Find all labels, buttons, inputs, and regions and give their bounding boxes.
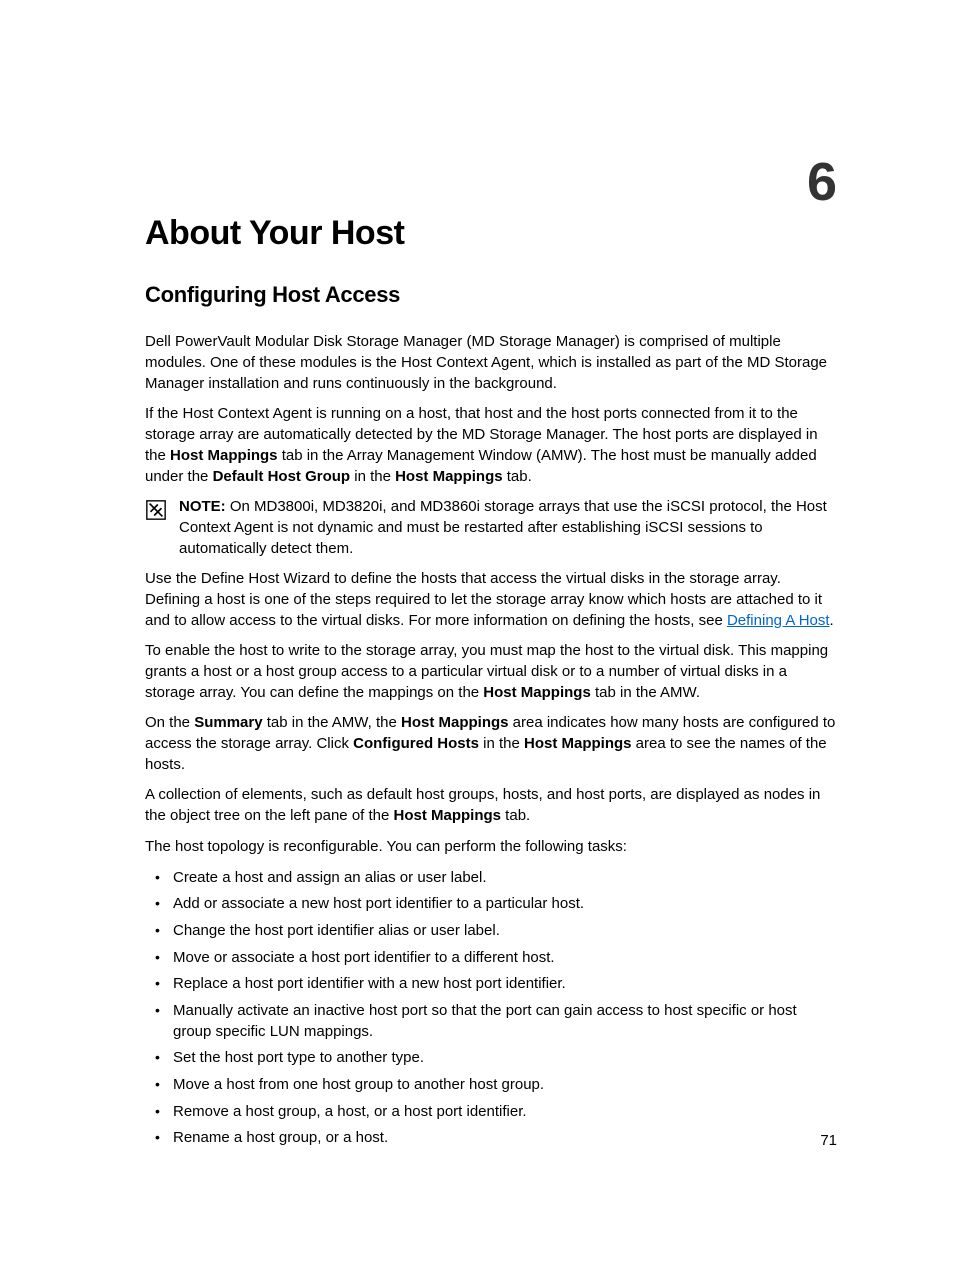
note-body: On MD3800i, MD3820i, and MD3860i storage… (179, 498, 827, 556)
bold-text: Host Mappings (394, 807, 502, 824)
list-item: Rename a host group, or a host. (173, 1128, 837, 1149)
link-defining-host[interactable]: Defining A Host (727, 612, 830, 629)
paragraph-host-context: If the Host Context Agent is running on … (145, 404, 837, 487)
list-item: Change the host port identifier alias or… (173, 921, 837, 942)
section-title: Configuring Host Access (145, 280, 837, 311)
task-list: Create a host and assign an alias or use… (145, 868, 837, 1150)
list-item: Add or associate a new host port identif… (173, 894, 837, 915)
text-run: in the (479, 735, 524, 752)
bold-text: Host Mappings (395, 468, 503, 485)
text-run: in the (350, 468, 395, 485)
text-run: tab in the AMW. (591, 684, 700, 701)
text-run: tab. (501, 807, 530, 824)
page-number: 71 (820, 1130, 837, 1151)
note-text: NOTE: On MD3800i, MD3820i, and MD3860i s… (179, 497, 837, 559)
paragraph-intro: Dell PowerVault Modular Disk Storage Man… (145, 332, 837, 394)
chapter-number: 6 (807, 145, 837, 221)
bold-text: Host Mappings (170, 447, 278, 464)
list-item: Replace a host port identifier with a ne… (173, 974, 837, 995)
page-title: About Your Host (145, 210, 837, 258)
paragraph-collection: A collection of elements, such as defaul… (145, 785, 837, 826)
paragraph-summary-tab: On the Summary tab in the AMW, the Host … (145, 713, 837, 775)
list-item: Set the host port type to another type. (173, 1048, 837, 1069)
bold-text: Default Host Group (213, 468, 351, 485)
bold-text: Host Mappings (483, 684, 591, 701)
list-item: Move or associate a host port identifier… (173, 948, 837, 969)
list-item: Create a host and assign an alias or use… (173, 868, 837, 889)
note-icon (145, 499, 167, 521)
text-run: Use the Define Host Wizard to define the… (145, 570, 822, 628)
bold-text: Host Mappings (401, 714, 509, 731)
paragraph-define-host: Use the Define Host Wizard to define the… (145, 569, 837, 631)
note-block: NOTE: On MD3800i, MD3820i, and MD3860i s… (145, 497, 837, 559)
bold-text: Host Mappings (524, 735, 632, 752)
bold-text: Summary (194, 714, 262, 731)
list-item: Move a host from one host group to anoth… (173, 1075, 837, 1096)
text-run: tab in the AMW, the (263, 714, 401, 731)
text-run: tab. (503, 468, 532, 485)
list-item: Manually activate an inactive host port … (173, 1001, 837, 1042)
list-item: Remove a host group, a host, or a host p… (173, 1102, 837, 1123)
text-run: On the (145, 714, 194, 731)
paragraph-topology: The host topology is reconfigurable. You… (145, 837, 837, 858)
bold-text: Configured Hosts (353, 735, 479, 752)
note-label: NOTE: (179, 498, 226, 515)
paragraph-mapping: To enable the host to write to the stora… (145, 641, 837, 703)
text-run: . (830, 612, 834, 629)
